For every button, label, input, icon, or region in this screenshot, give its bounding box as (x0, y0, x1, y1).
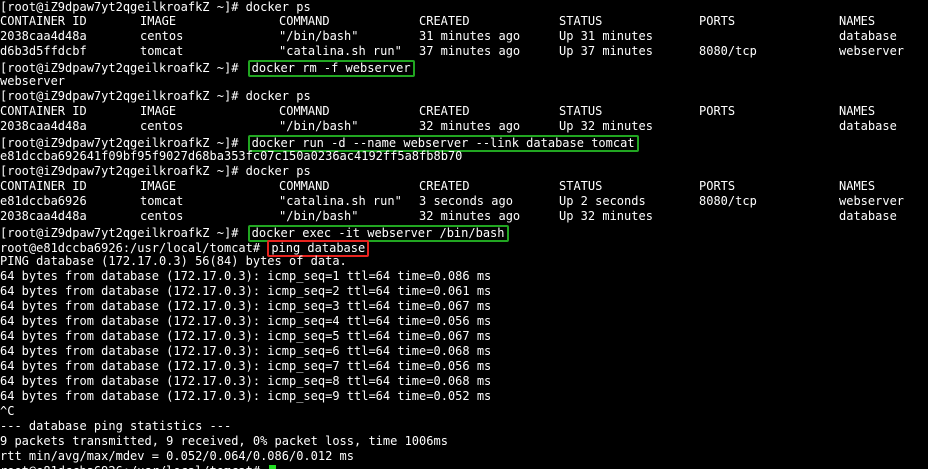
container-prompt-line[interactable]: root@e81dccba6926:/usr/local/tomcat# (0, 464, 928, 469)
container-ports: 8080/tcp (699, 194, 757, 208)
container-command: "catalina.sh run" (279, 194, 402, 208)
container-status: Up 31 minutes (559, 29, 653, 43)
shell-prompt: [root@iZ9dpaw7yt2qgeilkroafkZ ~]# (0, 164, 246, 178)
ping-reply: 64 bytes from database (172.17.0.3): icm… (0, 299, 492, 313)
container-id: d6b3d5ffdcbf (0, 44, 87, 58)
ping-stats-title: --- database ping statistics --- (0, 419, 232, 433)
prompt-line: [root@iZ9dpaw7yt2qgeilkroafkZ ~]# docker… (0, 60, 928, 77)
prompt-line: [root@iZ9dpaw7yt2qgeilkroafkZ ~]# docker… (0, 89, 928, 104)
column-header: IMAGE (140, 104, 177, 118)
ping-reply: 64 bytes from database (172.17.0.3): icm… (0, 284, 492, 298)
container-name: webserver (839, 44, 905, 58)
column-header: IMAGE (140, 179, 177, 193)
container-shell-prompt: root@e81dccba6926:/usr/local/tomcat# (0, 241, 268, 255)
container-row: 2038caa4d48a centos "/bin/bash" 31 minut… (0, 29, 928, 44)
prompt-line: [root@iZ9dpaw7yt2qgeilkroafkZ ~]# docker… (0, 225, 928, 242)
container-command: "/bin/bash" (279, 119, 359, 133)
typed-command: docker ps (245, 164, 311, 178)
column-header: CREATED (419, 14, 470, 28)
column-header: NAMES (839, 14, 876, 28)
ps-header-row: CONTAINER ID IMAGE COMMAND CREATED STATU… (0, 179, 928, 194)
container-id: 2038caa4d48a (0, 209, 87, 223)
shell-prompt: [root@iZ9dpaw7yt2qgeilkroafkZ ~]# (0, 0, 246, 14)
terminal-window[interactable]: [root@iZ9dpaw7yt2qgeilkroafkZ ~]# docker… (0, 0, 928, 469)
shell-prompt: [root@iZ9dpaw7yt2qgeilkroafkZ ~]# (0, 61, 246, 75)
container-created: 32 minutes ago (419, 119, 521, 133)
shell-prompt: [root@iZ9dpaw7yt2qgeilkroafkZ ~]# (0, 89, 246, 103)
ping-stats-rtt: rtt min/avg/max/mdev = 0.052/0.064/0.086… (0, 449, 355, 463)
container-status: Up 32 minutes (559, 209, 653, 223)
ping-reply: 64 bytes from database (172.17.0.3): icm… (0, 329, 492, 343)
container-id: 2038caa4d48a (0, 29, 87, 43)
container-row: d6b3d5ffdcbf tomcat "catalina.sh run" 37… (0, 44, 928, 59)
container-hash-output: e81dccba692641f09bf95f9027d68ba353fc07c1… (0, 149, 463, 163)
container-name: webserver (839, 194, 905, 208)
ping-reply: 64 bytes from database (172.17.0.3): icm… (0, 374, 492, 388)
container-command: "/bin/bash" (279, 209, 359, 223)
command-output: webserver (0, 74, 66, 88)
container-status: Up 37 minutes (559, 44, 653, 58)
container-created: 32 minutes ago (419, 209, 521, 223)
container-image: centos (140, 119, 184, 133)
column-header: CREATED (419, 104, 470, 118)
column-header: NAMES (839, 179, 876, 193)
prompt-line: [root@iZ9dpaw7yt2qgeilkroafkZ ~]# docker… (0, 0, 928, 15)
container-prompt-line: root@e81dccba6926:/usr/local/tomcat# pin… (0, 240, 928, 257)
cursor-block (269, 465, 277, 469)
ping-reply: 64 bytes from database (172.17.0.3): icm… (0, 269, 492, 283)
prompt-line: [root@iZ9dpaw7yt2qgeilkroafkZ ~]# docker… (0, 135, 928, 152)
column-header: COMMAND (279, 179, 330, 193)
ping-reply: 64 bytes from database (172.17.0.3): icm… (0, 359, 492, 373)
container-name: database (839, 209, 897, 223)
ping-reply: 64 bytes from database (172.17.0.3): icm… (0, 344, 492, 358)
container-ports: 8080/tcp (699, 44, 757, 58)
ps-header-row: CONTAINER ID IMAGE COMMAND CREATED STATU… (0, 104, 928, 119)
column-header: PORTS (699, 14, 736, 28)
container-status: Up 2 seconds (559, 194, 646, 208)
column-header: CREATED (419, 179, 470, 193)
container-row: e81dccba6926 tomcat "catalina.sh run" 3 … (0, 194, 928, 209)
ps-header-row: CONTAINER ID IMAGE COMMAND CREATED STATU… (0, 14, 928, 29)
container-created: 3 seconds ago (419, 194, 513, 208)
typed-command: docker ps (245, 89, 311, 103)
container-image: centos (140, 209, 184, 223)
column-header: CONTAINER ID (0, 14, 87, 28)
column-header: STATUS (559, 179, 603, 193)
container-name: database (839, 119, 897, 133)
typed-command: docker ps (245, 0, 311, 14)
container-image: tomcat (140, 44, 184, 58)
container-shell-prompt: root@e81dccba6926:/usr/local/tomcat# (0, 464, 267, 469)
column-header: CONTAINER ID (0, 179, 87, 193)
column-header: PORTS (699, 104, 736, 118)
container-image: centos (140, 29, 184, 43)
container-row: 2038caa4d48a centos "/bin/bash" 32 minut… (0, 209, 928, 224)
container-created: 31 minutes ago (419, 29, 521, 43)
container-row: 2038caa4d48a centos "/bin/bash" 32 minut… (0, 119, 928, 134)
column-header: NAMES (839, 104, 876, 118)
container-name: database (839, 29, 897, 43)
container-command: "catalina.sh run" (279, 44, 402, 58)
ping-stats-packets: 9 packets transmitted, 9 received, 0% pa… (0, 434, 448, 448)
shell-prompt: [root@iZ9dpaw7yt2qgeilkroafkZ ~]# (0, 226, 246, 240)
container-created: 37 minutes ago (419, 44, 521, 58)
column-header: COMMAND (279, 14, 330, 28)
ping-reply: 64 bytes from database (172.17.0.3): icm… (0, 314, 492, 328)
column-header: PORTS (699, 179, 736, 193)
interrupt-signal: ^C (0, 404, 15, 418)
column-header: IMAGE (140, 14, 177, 28)
column-header: STATUS (559, 104, 603, 118)
prompt-line: [root@iZ9dpaw7yt2qgeilkroafkZ ~]# docker… (0, 164, 928, 179)
column-header: CONTAINER ID (0, 104, 87, 118)
column-header: COMMAND (279, 104, 330, 118)
shell-prompt: [root@iZ9dpaw7yt2qgeilkroafkZ ~]# (0, 136, 246, 150)
container-image: tomcat (140, 194, 184, 208)
ping-header: PING database (172.17.0.3) 56(84) bytes … (0, 254, 347, 268)
ping-reply: 64 bytes from database (172.17.0.3): icm… (0, 389, 492, 403)
container-status: Up 32 minutes (559, 119, 653, 133)
container-id: e81dccba6926 (0, 194, 87, 208)
container-command: "/bin/bash" (279, 29, 359, 43)
column-header: STATUS (559, 14, 603, 28)
container-id: 2038caa4d48a (0, 119, 87, 133)
